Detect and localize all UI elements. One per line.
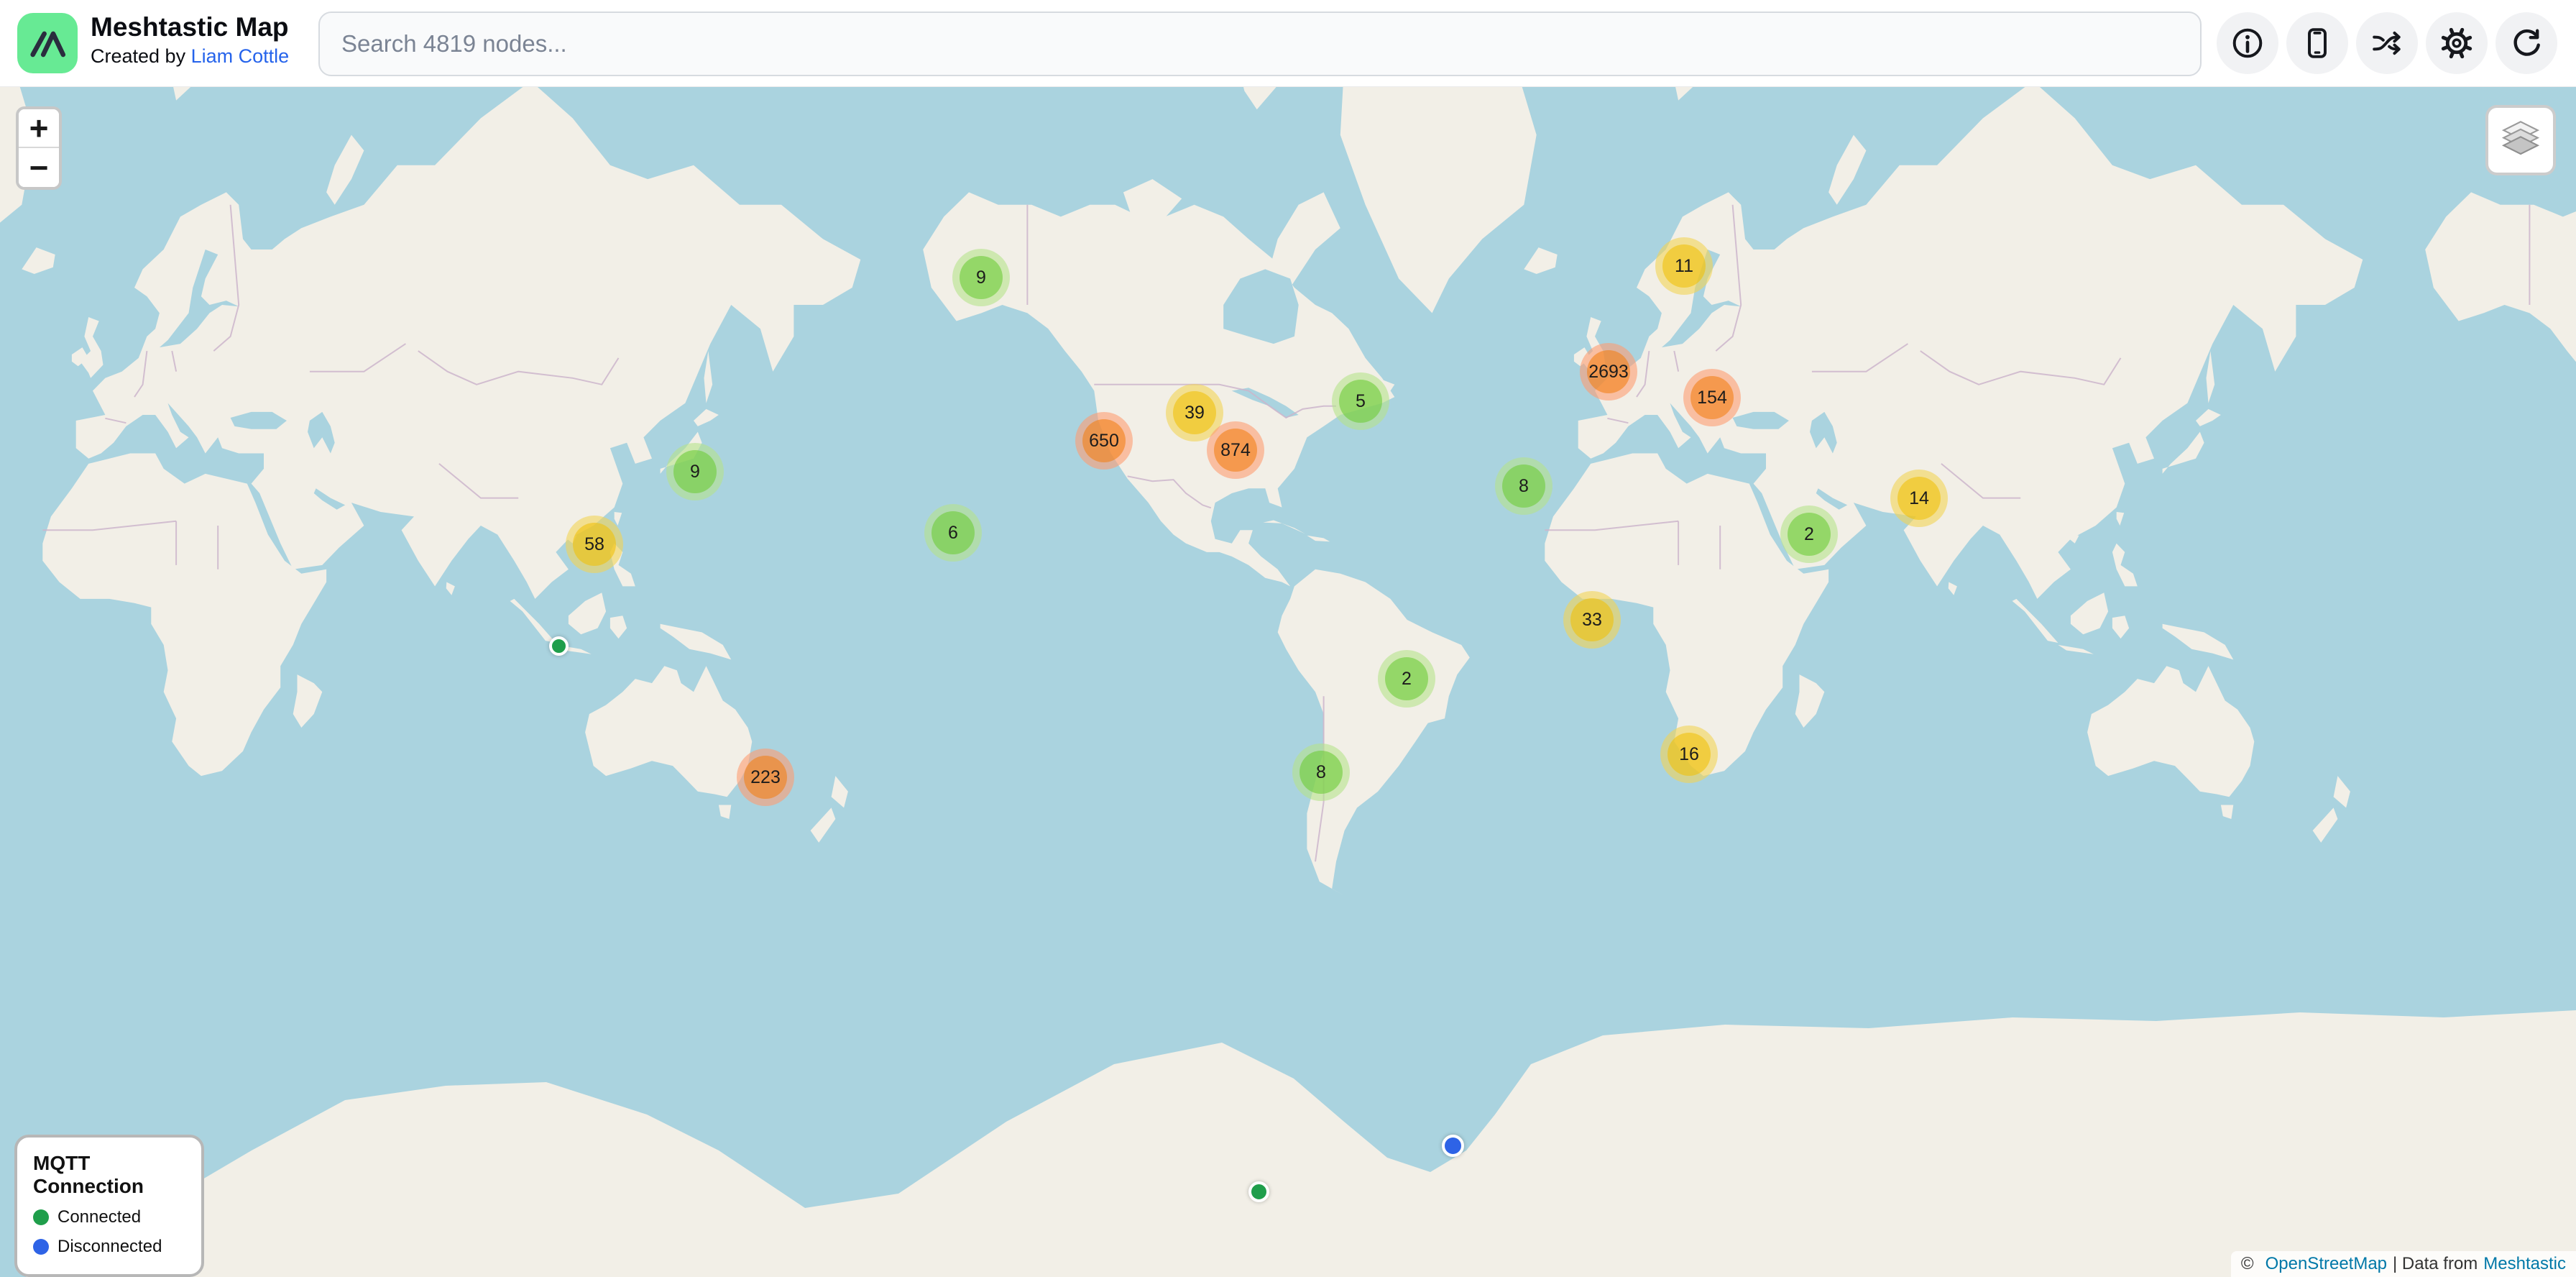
meshtastic-link[interactable]: Meshtastic (2483, 1254, 2566, 1274)
cluster-count: 16 (1668, 733, 1711, 776)
cluster-count: 154 (1690, 376, 1734, 419)
cluster-marker[interactable]: 8 (1495, 457, 1552, 515)
cluster-count: 9 (960, 256, 1003, 299)
cluster-count: 9 (673, 450, 717, 493)
meshtastic-map-app: 911269315439650874589214586332168223 + −… (0, 0, 2576, 1277)
cluster-count: 223 (744, 756, 787, 799)
zoom-control: + − (16, 106, 62, 190)
refresh-button[interactable] (2496, 12, 2557, 74)
info-icon (2231, 27, 2264, 60)
cluster-marker[interactable]: 874 (1207, 421, 1264, 479)
cluster-marker[interactable]: 2 (1780, 505, 1838, 563)
connected-dot-icon (33, 1209, 49, 1225)
copyright-text: © (2241, 1254, 2254, 1274)
meshtastic-logo-icon (24, 20, 70, 66)
cluster-marker[interactable]: 223 (737, 749, 794, 806)
settings-button[interactable] (2426, 12, 2488, 74)
world-map-tiles (0, 86, 2576, 1277)
cluster-marker[interactable]: 16 (1660, 726, 1718, 783)
cluster-count: 6 (932, 511, 975, 554)
info-button[interactable] (2217, 12, 2278, 74)
refresh-icon (2510, 27, 2543, 60)
cluster-marker[interactable]: 8 (1292, 743, 1350, 801)
title-block: Meshtastic Map Created by Liam Cottle (91, 12, 289, 69)
zoom-out-button[interactable]: − (19, 148, 59, 187)
cluster-count: 874 (1214, 429, 1257, 472)
cluster-count: 14 (1898, 477, 1941, 520)
page-title: Meshtastic Map (91, 12, 289, 43)
legend-item-disconnected: Disconnected (33, 1237, 185, 1257)
attribution-middle-text: | Data from (2393, 1254, 2478, 1274)
cluster-count: 33 (1570, 598, 1614, 641)
openstreetmap-link[interactable]: OpenStreetMap (2266, 1254, 2387, 1274)
random-node-button[interactable] (2356, 12, 2418, 74)
cluster-marker[interactable]: 650 (1075, 412, 1133, 470)
search-input[interactable] (318, 12, 2202, 76)
legend-item-connected: Connected (33, 1207, 185, 1227)
cluster-marker[interactable]: 14 (1890, 470, 1948, 527)
cluster-marker[interactable]: 9 (952, 249, 1010, 306)
cluster-count: 2 (1788, 513, 1831, 556)
legend-title: MQTT Connection (33, 1152, 185, 1198)
connected-node-marker[interactable] (549, 636, 569, 656)
cluster-count: 2693 (1587, 350, 1630, 393)
liam-cottle-link[interactable]: Liam Cottle (191, 45, 290, 67)
cluster-count: 2 (1385, 657, 1428, 700)
cluster-count: 8 (1502, 464, 1545, 508)
mqtt-connection-legend: MQTT Connection Connected Disconnected (14, 1135, 204, 1277)
cluster-marker[interactable]: 2693 (1580, 343, 1637, 401)
connected-node-marker[interactable] (1248, 1181, 1269, 1202)
disconnected-node-marker[interactable] (1442, 1135, 1464, 1157)
cluster-marker[interactable]: 58 (566, 516, 623, 573)
cluster-marker[interactable]: 5 (1332, 372, 1389, 430)
cluster-count: 39 (1173, 391, 1216, 434)
map-canvas[interactable] (0, 86, 2576, 1277)
cluster-marker[interactable]: 9 (666, 443, 724, 500)
layers-control[interactable] (2485, 105, 2556, 175)
top-header-bar: Meshtastic Map Created by Liam Cottle (0, 0, 2576, 87)
layers-icon (2500, 118, 2542, 163)
cluster-marker[interactable]: 154 (1683, 369, 1741, 426)
zoom-in-button[interactable]: + (19, 109, 59, 148)
cluster-count: 8 (1300, 751, 1343, 794)
cluster-count: 11 (1662, 244, 1706, 288)
map-attribution: © OpenStreetMap | Data from Meshtastic (2231, 1251, 2576, 1277)
mobile-app-button[interactable] (2286, 12, 2348, 74)
mobile-icon (2301, 27, 2334, 60)
meshtastic-logo (17, 13, 78, 73)
gear-icon (2440, 27, 2473, 60)
cluster-count: 5 (1339, 380, 1382, 423)
cluster-marker[interactable]: 11 (1655, 237, 1713, 295)
shuffle-icon (2370, 27, 2404, 60)
cluster-count: 58 (573, 523, 616, 566)
disconnected-dot-icon (33, 1239, 49, 1255)
cluster-marker[interactable]: 6 (924, 504, 982, 562)
byline: Created by Liam Cottle (91, 43, 289, 69)
cluster-count: 650 (1082, 419, 1126, 462)
cluster-marker[interactable]: 2 (1378, 650, 1435, 708)
cluster-marker[interactable]: 33 (1563, 591, 1621, 649)
header-buttons (2217, 12, 2557, 74)
